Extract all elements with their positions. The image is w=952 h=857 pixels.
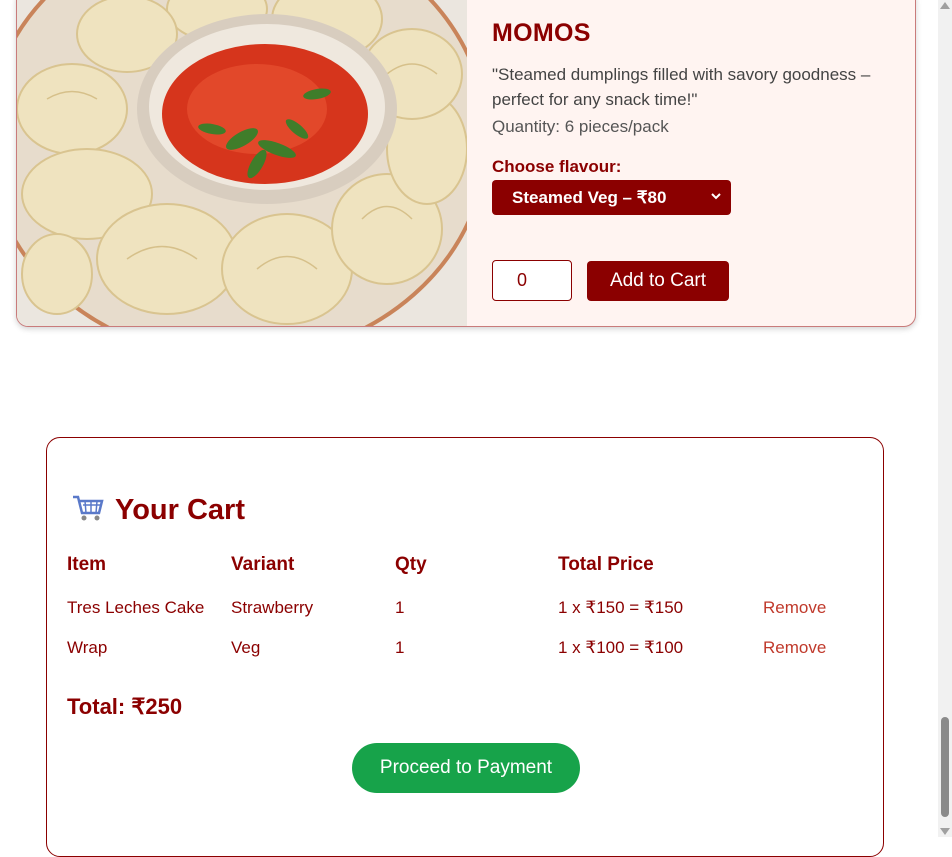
cart-cell-qty: 1 xyxy=(395,638,405,657)
cart-header-item: Item xyxy=(67,554,107,575)
momos-plate-image xyxy=(17,0,467,326)
product-title: MOMOS xyxy=(492,19,591,47)
cart-cell-item: Wrap xyxy=(67,638,108,657)
quantity-input[interactable]: 0 xyxy=(492,260,572,301)
product-description: "Steamed dumplings filled with savory go… xyxy=(492,65,871,109)
proceed-to-payment-button[interactable]: Proceed to Payment xyxy=(352,743,580,793)
remove-button[interactable]: Remove xyxy=(763,638,826,658)
cart-cell-total: 1 x ₹150 = ₹150 xyxy=(558,598,684,617)
product-info: MOMOS "Steamed dumplings filled with sav… xyxy=(467,0,915,326)
momos-illustration xyxy=(17,0,467,326)
cart-header-total-price: Total Price xyxy=(558,554,654,575)
cart-cell-variant: Strawberry xyxy=(231,598,314,617)
shopping-cart-icon xyxy=(71,493,105,528)
cart-header: Your Cart xyxy=(71,493,245,528)
cart-cell-variant: Veg xyxy=(231,638,261,657)
add-to-cart-button[interactable]: Add to Cart xyxy=(587,261,729,301)
remove-button[interactable]: Remove xyxy=(763,598,826,618)
flavour-label: Choose flavour: xyxy=(492,157,622,176)
product-quantity-info: Quantity: 6 pieces/pack xyxy=(492,117,669,136)
scroll-up-arrow-icon[interactable] xyxy=(940,2,950,9)
flavour-select[interactable]: Steamed Veg – ₹80 xyxy=(492,180,731,215)
flavour-select-value: Steamed Veg – ₹80 xyxy=(512,187,667,207)
cart-cell-qty: 1 xyxy=(395,598,405,617)
scrollbar-thumb[interactable] xyxy=(941,717,949,817)
cart-title: Your Cart xyxy=(115,494,245,526)
cart-header-qty: Qty xyxy=(395,554,427,575)
scroll-down-arrow-icon[interactable] xyxy=(940,828,950,835)
cart-cell-total: 1 x ₹100 = ₹100 xyxy=(558,638,684,657)
cart-panel: Your Cart Item Variant Qty Total Price T… xyxy=(46,437,884,857)
chevron-down-icon xyxy=(709,188,723,208)
page-scrollbar[interactable] xyxy=(938,0,952,837)
cart-header-variant: Variant xyxy=(231,554,295,575)
cart-cell-item: Tres Leches Cake xyxy=(67,598,205,617)
cart-total: Total: ₹250 xyxy=(67,694,183,719)
product-card: MOMOS "Steamed dumplings filled with sav… xyxy=(16,0,916,327)
